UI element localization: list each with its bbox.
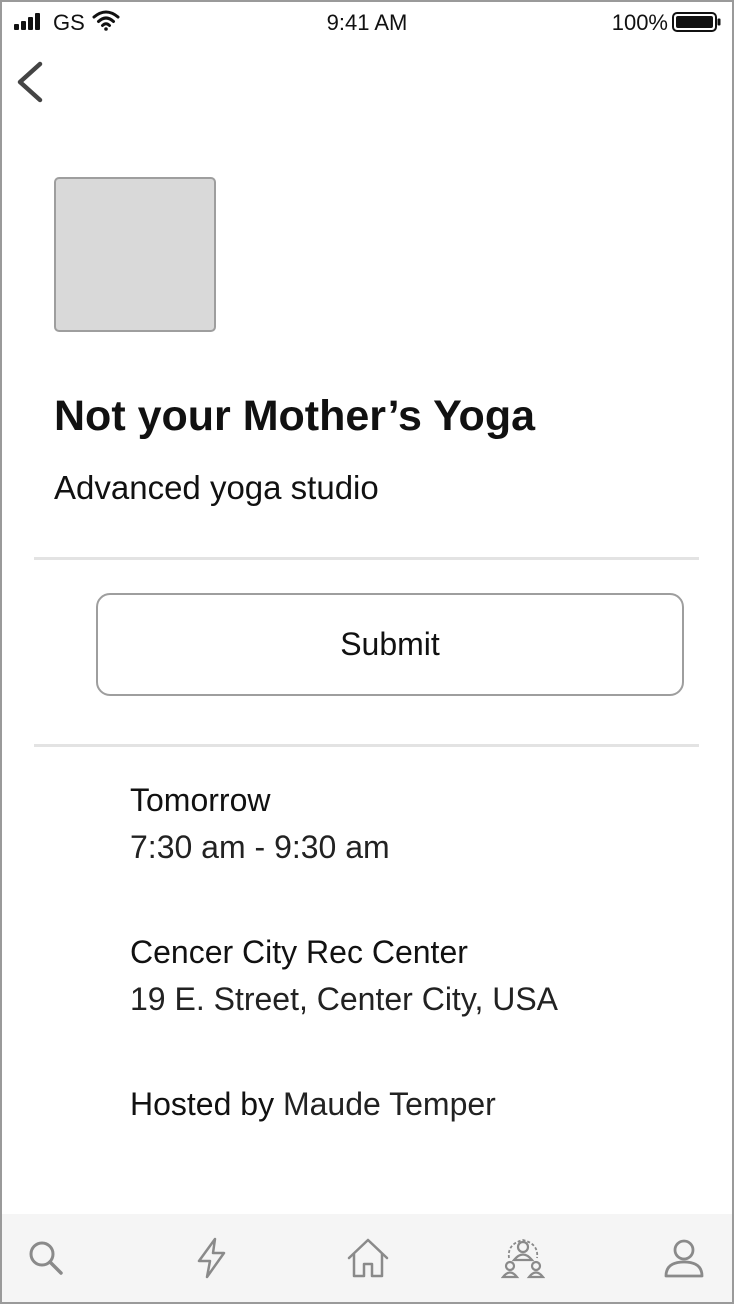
battery-icon	[672, 12, 721, 32]
event-day: Tomorrow	[130, 782, 271, 818]
location-address: 19 E. Street, Center City, USA	[130, 981, 559, 1017]
group-icon	[500, 1239, 546, 1279]
event-location: Cencer City Rec Center 19 E. Street, Cen…	[130, 934, 700, 1018]
tab-activity[interactable]	[190, 1236, 234, 1280]
location-name: Cencer City Rec Center	[130, 934, 468, 970]
divider	[34, 557, 699, 560]
tab-home[interactable]	[346, 1236, 390, 1280]
event-image-placeholder	[54, 177, 216, 332]
chevron-left-icon	[17, 61, 43, 103]
profile-icon	[664, 1239, 704, 1278]
tab-search[interactable]	[24, 1236, 68, 1280]
event-host: Hosted by Maude Temper	[130, 1086, 700, 1123]
event-time: Tomorrow 7:30 am - 9:30 am	[130, 782, 700, 866]
event-subtitle: Advanced yoga studio	[54, 469, 379, 506]
host-name[interactable]: Maude Temper	[283, 1086, 496, 1122]
event-title: Not your Mother’s Yoga	[54, 392, 535, 440]
back-button[interactable]	[12, 54, 52, 110]
host-label: Hosted by	[130, 1086, 275, 1122]
submit-button[interactable]: Submit	[96, 593, 684, 696]
divider	[34, 744, 699, 747]
lightning-icon	[197, 1237, 226, 1279]
tab-bar	[2, 1214, 732, 1302]
home-icon	[347, 1238, 389, 1278]
battery-percent: 100%	[611, 10, 668, 35]
tab-profile[interactable]	[662, 1236, 706, 1280]
tab-groups[interactable]	[500, 1236, 546, 1280]
search-icon	[29, 1241, 63, 1275]
phone-screen: GS 9:41 AM 100% Not your Mother’s Yoga A…	[0, 0, 734, 1304]
status-bar: GS 9:41 AM 100%	[2, 2, 732, 44]
event-time-range: 7:30 am - 9:30 am	[130, 829, 390, 865]
